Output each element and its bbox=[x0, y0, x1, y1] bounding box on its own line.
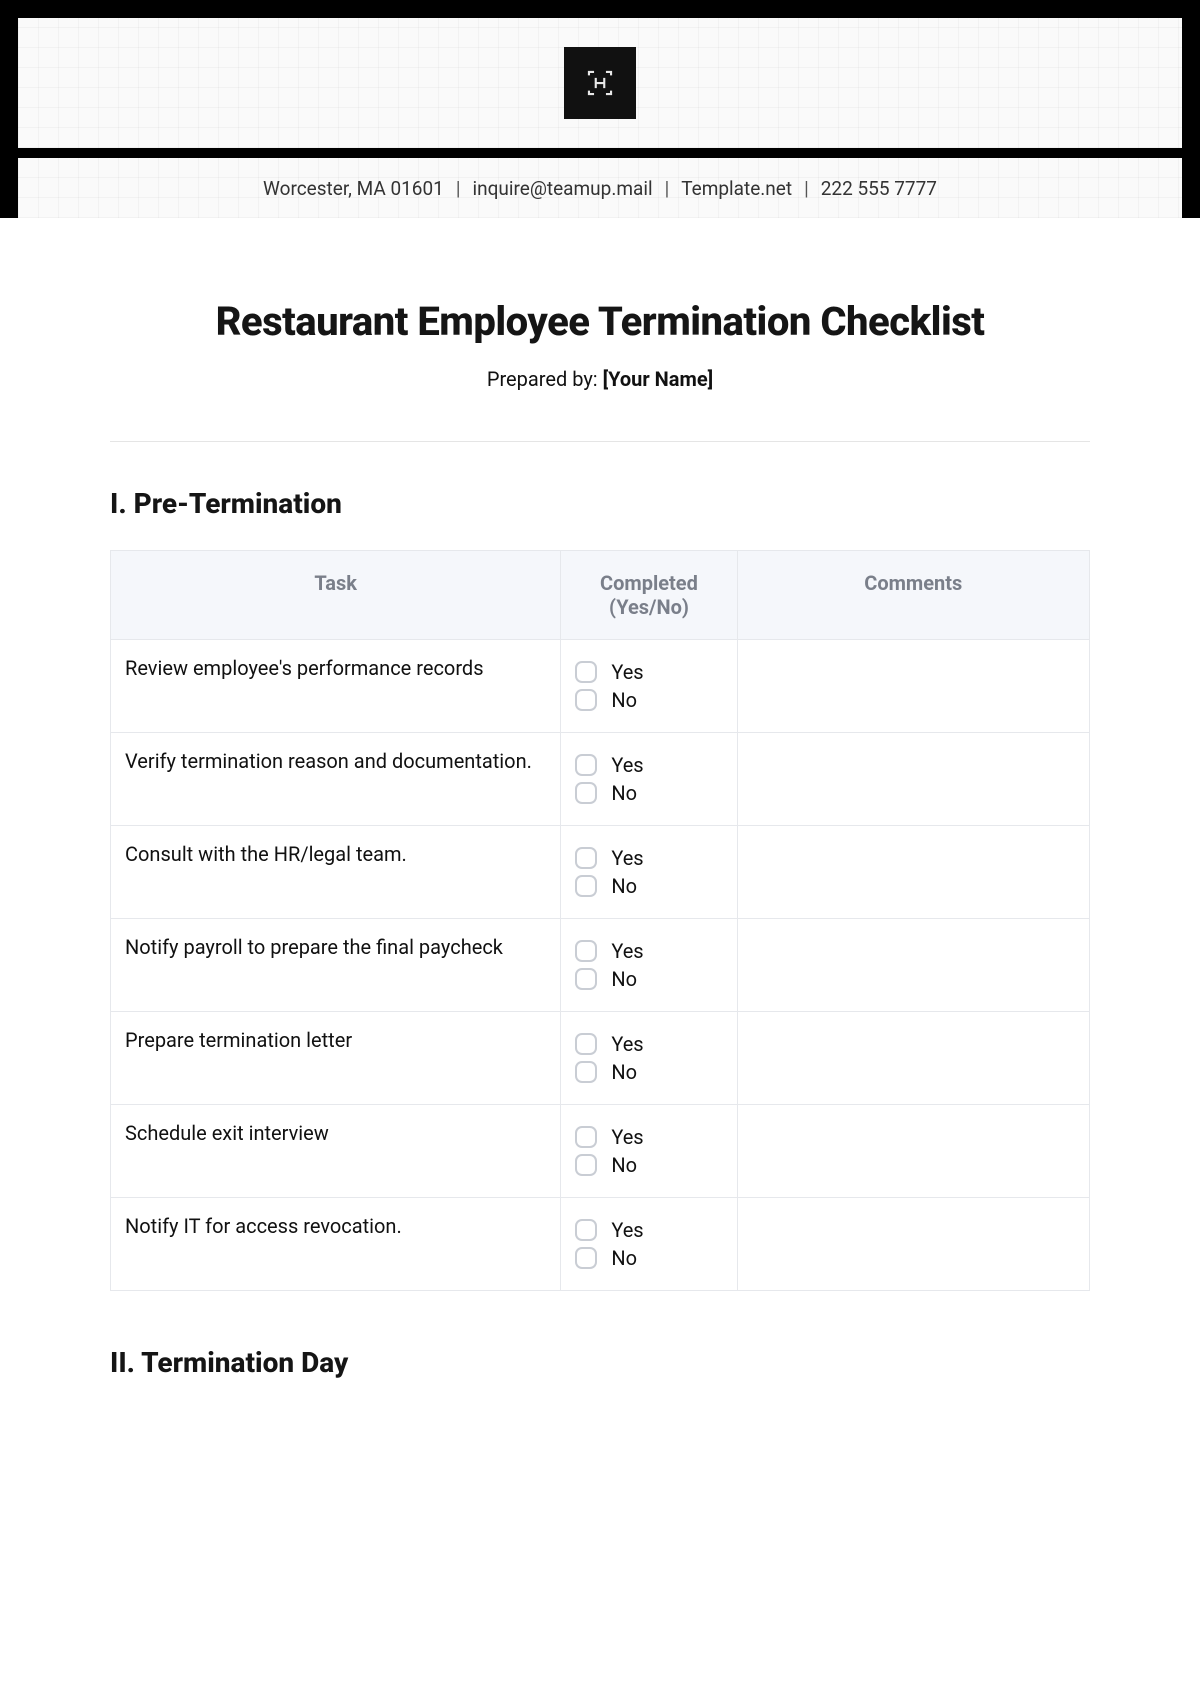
prepared-label: Prepared by: bbox=[487, 367, 603, 391]
separator: | bbox=[456, 177, 461, 200]
table-row: Schedule exit interview Yes No bbox=[111, 1105, 1090, 1198]
checkbox-no[interactable] bbox=[575, 875, 597, 897]
contact-address: Worcester, MA 01601 bbox=[263, 177, 444, 200]
contact-email: inquire@teamup.mail bbox=[472, 177, 652, 200]
completed-cell: Yes No bbox=[561, 733, 737, 826]
col-comments: Comments bbox=[737, 551, 1089, 640]
header-logo-area bbox=[18, 18, 1182, 148]
col-completed: Completed (Yes/No) bbox=[561, 551, 737, 640]
contact-site: Template.net bbox=[681, 177, 792, 200]
task-cell: Verify termination reason and documentat… bbox=[111, 733, 561, 826]
yes-label: Yes bbox=[611, 939, 643, 963]
yes-label: Yes bbox=[611, 753, 643, 777]
no-label: No bbox=[611, 688, 637, 712]
no-label: No bbox=[611, 1060, 637, 1084]
yes-label: Yes bbox=[611, 660, 643, 684]
completed-cell: Yes No bbox=[561, 640, 737, 733]
comments-cell[interactable] bbox=[737, 733, 1089, 826]
yes-label: Yes bbox=[611, 846, 643, 870]
checkbox-no[interactable] bbox=[575, 1061, 597, 1083]
task-cell: Notify payroll to prepare the final payc… bbox=[111, 919, 561, 1012]
no-label: No bbox=[611, 874, 637, 898]
checkbox-yes[interactable] bbox=[575, 1126, 597, 1148]
comments-cell[interactable] bbox=[737, 1105, 1089, 1198]
document-title: Restaurant Employee Termination Checklis… bbox=[110, 298, 1090, 345]
checkbox-yes[interactable] bbox=[575, 847, 597, 869]
table-row: Verify termination reason and documentat… bbox=[111, 733, 1090, 826]
separator: | bbox=[804, 177, 809, 200]
completed-cell: Yes No bbox=[561, 919, 737, 1012]
table-row: Notify IT for access revocation. Yes No bbox=[111, 1198, 1090, 1291]
prepared-by: Prepared by: [Your Name] bbox=[110, 367, 1090, 391]
yes-label: Yes bbox=[611, 1218, 643, 1242]
contact-phone: 222 555 7777 bbox=[821, 177, 937, 200]
completed-cell: Yes No bbox=[561, 1105, 737, 1198]
checkbox-yes[interactable] bbox=[575, 940, 597, 962]
task-cell: Consult with the HR/legal team. bbox=[111, 826, 561, 919]
completed-cell: Yes No bbox=[561, 1012, 737, 1105]
no-label: No bbox=[611, 1246, 637, 1270]
checkbox-no[interactable] bbox=[575, 1154, 597, 1176]
checkbox-no[interactable] bbox=[575, 782, 597, 804]
prepared-value: [Your Name] bbox=[603, 367, 714, 391]
comments-cell[interactable] bbox=[737, 1012, 1089, 1105]
col-task: Task bbox=[111, 551, 561, 640]
checkbox-yes[interactable] bbox=[575, 1219, 597, 1241]
comments-cell[interactable] bbox=[737, 640, 1089, 733]
checklist-table-1: Task Completed (Yes/No) Comments Review … bbox=[110, 550, 1090, 1291]
yes-label: Yes bbox=[611, 1032, 643, 1056]
task-cell: Review employee's performance records bbox=[111, 640, 561, 733]
no-label: No bbox=[611, 967, 637, 991]
yes-label: Yes bbox=[611, 1125, 643, 1149]
comments-cell[interactable] bbox=[737, 1198, 1089, 1291]
section-heading-2: II. Termination Day bbox=[110, 1346, 1090, 1379]
comments-cell[interactable] bbox=[737, 826, 1089, 919]
logo-icon bbox=[564, 47, 636, 119]
divider bbox=[110, 441, 1090, 442]
contact-info: Worcester, MA 01601 | inquire@teamup.mai… bbox=[18, 158, 1182, 218]
checkbox-yes[interactable] bbox=[575, 754, 597, 776]
table-row: Notify payroll to prepare the final payc… bbox=[111, 919, 1090, 1012]
task-cell: Prepare termination letter bbox=[111, 1012, 561, 1105]
header-separator-bar bbox=[18, 148, 1182, 158]
task-cell: Notify IT for access revocation. bbox=[111, 1198, 561, 1291]
checkbox-no[interactable] bbox=[575, 1247, 597, 1269]
table-row: Prepare termination letter Yes No bbox=[111, 1012, 1090, 1105]
checkbox-no[interactable] bbox=[575, 968, 597, 990]
completed-cell: Yes No bbox=[561, 1198, 737, 1291]
table-row: Review employee's performance recordsYes… bbox=[111, 640, 1090, 733]
completed-cell: Yes No bbox=[561, 826, 737, 919]
checkbox-yes[interactable] bbox=[575, 661, 597, 683]
separator: | bbox=[665, 177, 670, 200]
comments-cell[interactable] bbox=[737, 919, 1089, 1012]
checkbox-no[interactable] bbox=[575, 689, 597, 711]
table-row: Consult with the HR/legal team. Yes No bbox=[111, 826, 1090, 919]
checkbox-yes[interactable] bbox=[575, 1033, 597, 1055]
task-cell: Schedule exit interview bbox=[111, 1105, 561, 1198]
no-label: No bbox=[611, 781, 637, 805]
no-label: No bbox=[611, 1153, 637, 1177]
section-heading-1: I. Pre-Termination bbox=[110, 487, 1090, 520]
